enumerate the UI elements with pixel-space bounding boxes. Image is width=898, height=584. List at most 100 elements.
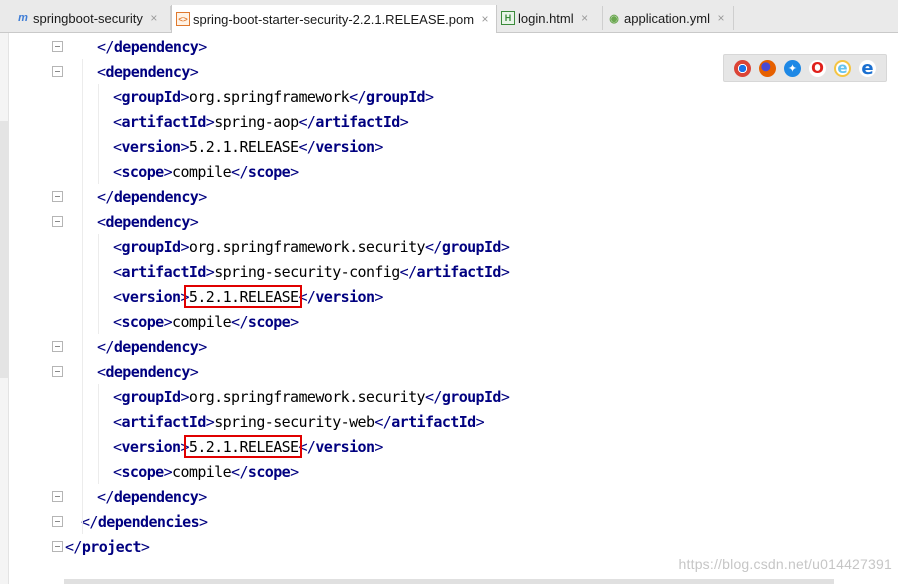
code-line: < scope > compile </scope >: [113, 309, 299, 334]
xml-bracket: <: [97, 362, 106, 381]
code-line: </dependency >: [97, 334, 207, 359]
firefox-icon[interactable]: ●: [759, 59, 776, 77]
xml-bracket: >: [163, 312, 173, 331]
tab-label: springboot-security: [33, 10, 143, 26]
fold-marker-icon[interactable]: [52, 516, 63, 527]
code-line: </dependency >: [97, 34, 207, 59]
xml-bracket: <: [113, 387, 122, 406]
tab-0[interactable]: m springboot-security ×: [12, 6, 171, 30]
tab-label: login.html: [518, 10, 574, 26]
xml-tag-name: version: [121, 437, 181, 456]
xml-bracket: >: [374, 287, 383, 306]
xml-bracket: </: [65, 537, 82, 556]
xml-bracket: </: [399, 262, 417, 281]
fold-marker-icon[interactable]: [52, 216, 63, 227]
code-line: < scope > compile </scope >: [113, 159, 299, 184]
xml-tag-name: artifactId: [315, 112, 400, 131]
xml-bracket: >: [189, 212, 199, 231]
fold-marker-icon[interactable]: [52, 41, 63, 52]
tab-3[interactable]: ◉ application.yml ×: [603, 6, 734, 30]
maven-module-icon: m: [18, 12, 28, 24]
indent-guide: [98, 84, 99, 184]
xml-tag-name: dependency: [113, 487, 199, 506]
editor-gutter: [9, 33, 63, 584]
xml-tag-name: dependency: [105, 62, 190, 81]
xml-bracket: </: [231, 462, 248, 481]
xml-bracket: </: [374, 412, 392, 431]
xml-bracket: </: [97, 187, 114, 206]
edge-icon[interactable]: e: [859, 58, 876, 79]
xml-bracket: <: [113, 162, 122, 181]
close-icon[interactable]: ×: [479, 12, 491, 26]
xml-tag-name: project: [81, 537, 142, 556]
tab-label: spring-boot-starter-security-2.2.1.RELEA…: [193, 11, 475, 27]
xml-bracket: <: [113, 312, 122, 331]
editor-tab-bar: m springboot-security × <> spring-boot-start…: [0, 0, 898, 33]
horizontal-scrollbar[interactable]: [64, 579, 834, 584]
code-line: < groupId > org.springframework.security </g…: [113, 234, 510, 259]
xml-text-value: org.springframework.security: [188, 237, 426, 256]
xml-file-icon: <>: [176, 12, 190, 26]
xml-bracket: >: [189, 362, 199, 381]
xml-tag-name: scope: [121, 162, 164, 181]
ie-icon[interactable]: e: [834, 59, 851, 77]
xml-tag-name: version: [121, 137, 181, 156]
xml-bracket: </: [97, 37, 114, 56]
close-icon[interactable]: ×: [715, 11, 727, 25]
code-line: < artifactId > spring-security-web </artifac…: [113, 409, 485, 434]
xml-bracket: </: [424, 387, 442, 406]
close-icon[interactable]: ×: [148, 11, 160, 25]
xml-bracket: <: [97, 62, 106, 81]
xml-bracket: <: [113, 112, 122, 131]
code-line: < artifactId > spring-security-config </arti…: [113, 259, 510, 284]
chrome-icon[interactable]: ●: [734, 59, 751, 77]
xml-bracket: >: [500, 262, 510, 281]
code-line: </dependencies >: [81, 509, 208, 534]
code-line: < artifactId > spring-aop </artifactId >: [113, 109, 409, 134]
xml-bracket: </: [81, 512, 98, 531]
xml-tag-name: version: [315, 287, 375, 306]
xml-tag-name: scope: [247, 462, 291, 481]
xml-tag-name: artifactId: [121, 412, 206, 431]
xml-bracket: >: [424, 87, 434, 106]
opera-icon[interactable]: O: [809, 59, 826, 77]
fold-marker-icon[interactable]: [52, 541, 63, 552]
xml-bracket: >: [180, 387, 189, 406]
tab-label: application.yml: [624, 10, 710, 26]
xml-bracket: <: [113, 287, 122, 306]
xml-bracket: >: [374, 137, 383, 156]
fold-marker-icon[interactable]: [52, 491, 63, 502]
xml-bracket: </: [97, 487, 114, 506]
xml-bracket: <: [113, 437, 122, 456]
tab-1[interactable]: <> spring-boot-starter-security-2.2.1.REL…: [171, 5, 497, 33]
xml-bracket: </: [298, 137, 316, 156]
spring-config-icon: ◉: [609, 12, 619, 25]
xml-text-value: compile: [172, 312, 232, 331]
code-line: < dependency >: [97, 209, 199, 234]
xml-bracket: >: [500, 387, 510, 406]
xml-bracket: >: [199, 512, 208, 531]
fold-marker-icon[interactable]: [52, 366, 63, 377]
xml-bracket: >: [198, 187, 207, 206]
xml-text-value: 5.2.1.RELEASE: [188, 137, 299, 156]
xml-bracket: <: [113, 137, 122, 156]
xml-bracket: >: [290, 462, 299, 481]
tab-2[interactable]: Hlogin.html ×: [497, 6, 603, 30]
safari-icon[interactable]: ✦: [784, 59, 801, 77]
xml-text-value: compile: [172, 162, 232, 181]
fold-marker-icon[interactable]: [52, 191, 63, 202]
tool-window-strip: [0, 33, 9, 584]
xml-tag-name: groupId: [365, 87, 426, 106]
xml-tag-name: artifactId: [121, 262, 206, 281]
code-line: < groupId > org.springframework.security </g…: [113, 384, 510, 409]
watermark: https://blog.csdn.net/u014427391: [678, 556, 892, 572]
xml-bracket: >: [374, 437, 383, 456]
fold-marker-icon[interactable]: [52, 66, 63, 77]
xml-bracket: >: [205, 262, 215, 281]
scroll-marker: [0, 121, 9, 378]
xml-tag-name: groupId: [441, 387, 502, 406]
code-line: < groupId > org.springframework </groupId >: [113, 84, 434, 109]
fold-marker-icon[interactable]: [52, 341, 63, 352]
close-icon[interactable]: ×: [579, 11, 591, 25]
html-file-icon: H: [501, 11, 515, 25]
